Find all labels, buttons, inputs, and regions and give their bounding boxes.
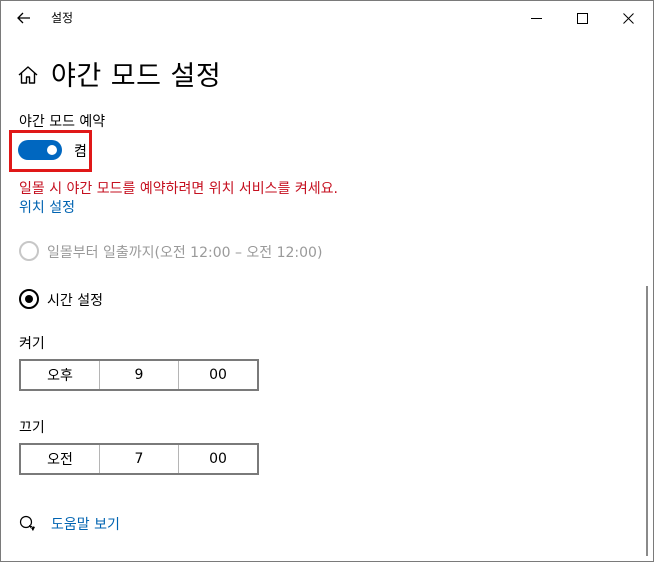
turn-on-time-picker[interactable]: 오후 9 00 [19,359,259,391]
home-icon [18,66,38,84]
page-header: 야간 모드 설정 [17,51,221,95]
title-bar: 설정 [1,1,653,35]
set-hours-radio[interactable] [19,289,39,309]
turn-on-minute[interactable]: 00 [178,361,257,389]
radio-selected-dot [25,295,33,303]
back-button[interactable] [9,3,39,33]
help-section: ? 도움말 보기 [19,514,120,534]
minimize-button[interactable] [513,1,559,35]
scrollbar[interactable] [646,286,648,556]
toggle-knob [47,145,57,155]
maximize-icon [576,12,588,24]
turn-on-label: 켜기 [19,336,45,352]
minimize-icon [530,17,542,19]
toggle-state-label: 켬 [74,144,87,160]
arrow-left-icon [17,12,30,24]
settings-window: 설정 야간 모드 설정 야간 모드 예약 켬 일몰 시 야간 모드를 예약하려면… [0,0,654,562]
location-warning: 일몰 시 야간 모드를 예약하려면 위치 서비스를 켜세요. [19,181,338,197]
turn-off-label: 끄기 [19,420,45,436]
turn-off-hour[interactable]: 7 [99,445,178,473]
turn-on-ampm[interactable]: 오후 [21,361,99,389]
set-hours-label[interactable]: 시간 설정 [47,290,103,310]
get-help-link[interactable]: 도움말 보기 [51,514,120,534]
help-chat-icon: ? [19,515,35,532]
location-settings-link[interactable]: 위치 설정 [19,197,75,217]
turn-off-time-picker[interactable]: 오전 7 00 [19,443,259,475]
page-title: 야간 모드 설정 [51,60,222,92]
turn-off-ampm[interactable]: 오전 [21,445,99,473]
close-icon [622,12,634,24]
svg-text:?: ? [30,525,33,532]
window-title: 설정 [51,11,74,25]
maximize-button[interactable] [559,1,605,35]
sunset-sunrise-label: 일몰부터 일출까지(오전 12:00 – 오전 12:00) [47,245,323,261]
close-button[interactable] [605,1,651,35]
turn-off-minute[interactable]: 00 [178,445,257,473]
schedule-toggle[interactable] [18,140,62,160]
schedule-label: 야간 모드 예약 [19,114,106,130]
turn-on-hour[interactable]: 9 [99,361,178,389]
sunset-sunrise-radio [19,241,39,261]
